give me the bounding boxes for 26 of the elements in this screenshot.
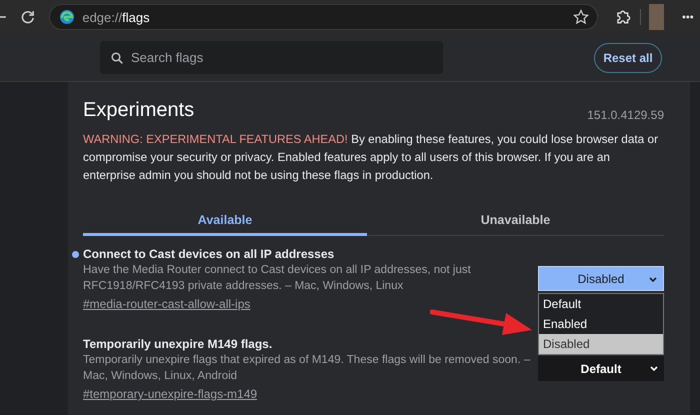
dropdown-option[interactable]: Disabled [539,334,663,354]
page-title: Experiments [83,99,194,122]
dropdown-option[interactable]: Enabled [539,314,663,334]
flag-link[interactable]: #temporary-unexpire-flags-m149 [83,387,258,401]
search-icon [111,52,123,64]
browser-logo-icon [59,9,76,25]
flag-description: Have the Media Router connect to Cast devices on all IP addresses, not just RFC1918/RFC4193 private addresses. – Mac, Windows, Linux [83,263,472,294]
warning-text: WARNING: EXPERIMENTAL FEATURES AHEAD! By enabling these features, you could lose browser data or compromise your security or privacy. Enabled features apply to all users of this browser. If you are an enterprise admin you should not be using these flags in production. [83,131,660,184]
state-dropdown[interactable]: Default [538,356,664,381]
version-text: 151.0.4129.59 [587,108,664,122]
star-icon[interactable] [573,9,590,25]
refresh-icon[interactable] [20,9,36,25]
reset-all-button[interactable]: Reset all [594,42,662,72]
flag-title: Temporarily unexpire M149 flags. [83,337,272,351]
search-field[interactable]: Search flags [100,41,443,74]
puzzle-icon[interactable] [615,9,631,25]
state-dropdown[interactable]: Disabled [538,266,664,291]
more-icon[interactable] [682,15,694,19]
tab[interactable]: Unavailable [367,204,664,236]
caret-icon [650,366,658,371]
caret-icon [649,277,657,282]
flag-title: Connect to Cast devices on all IP addresses [83,247,334,261]
flag-link[interactable]: #media-router-cast-allow-all-ips [83,297,250,311]
flag-description: Temporarily unexpire flags that expired as of M149. These flags will be removed soon. – Mac, Windows, Linux, Android [83,353,532,384]
tab[interactable]: Available [83,204,367,236]
dropdown-option[interactable]: Default [539,294,663,314]
